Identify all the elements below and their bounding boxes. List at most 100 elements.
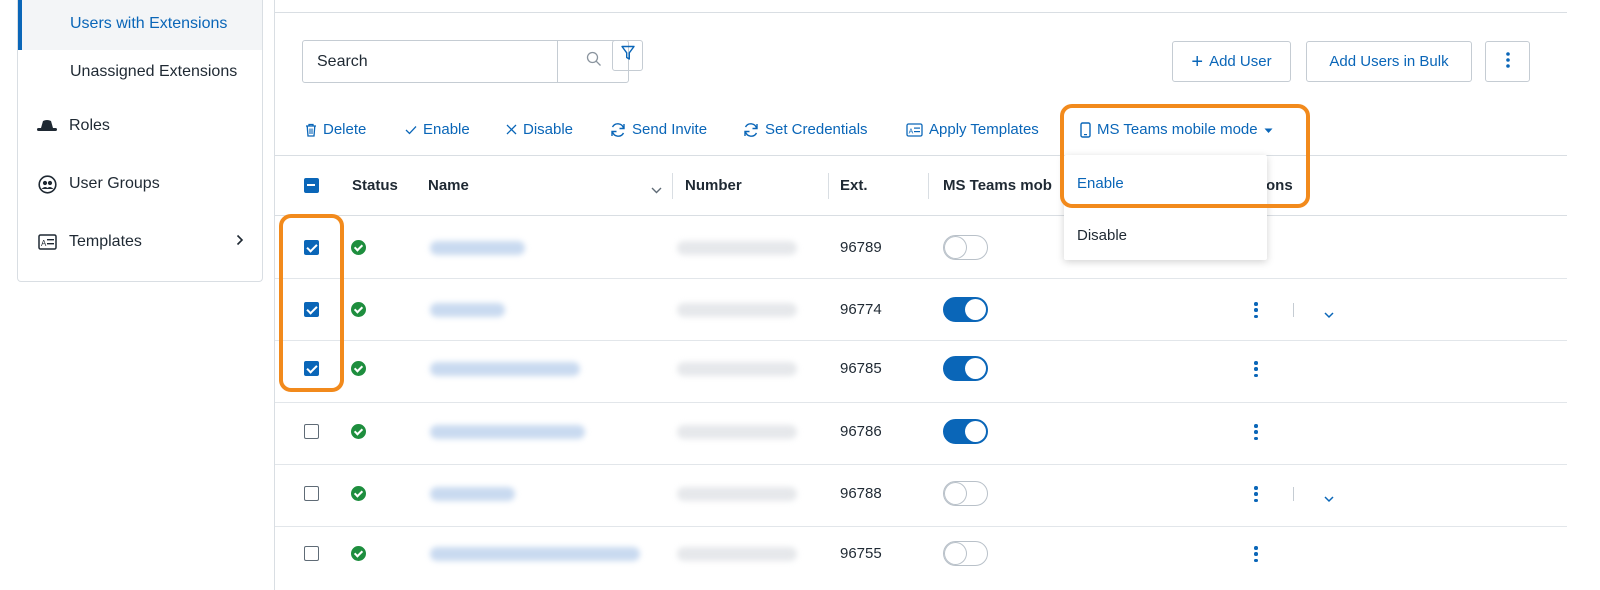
chevron-down-icon[interactable] [651, 181, 662, 199]
sidebar-item-user-groups[interactable]: User Groups [18, 158, 262, 210]
column-header-status[interactable]: Status [352, 177, 398, 194]
sidebar-item-users-with-extensions[interactable]: Users with Extensions [18, 0, 262, 50]
svg-text:A: A [909, 128, 914, 135]
extension-cell: 96786 [840, 423, 882, 440]
table-row[interactable]: 96774 [275, 279, 1567, 341]
users-page: Users with Extensions Unassigned Extensi… [0, 0, 1600, 590]
column-divider [828, 173, 829, 199]
search-icon [586, 51, 602, 72]
table-row[interactable]: 96789 [275, 217, 1567, 279]
column-divider [672, 173, 673, 199]
ms-teams-mobile-mode-menu[interactable]: MS Teams mobile mode [1080, 121, 1273, 138]
ms-teams-mobile-toggle[interactable] [943, 481, 988, 506]
ms-teams-mobile-toggle[interactable] [943, 356, 988, 381]
row-checkbox[interactable] [304, 424, 319, 439]
sidebar-item-label: Roles [69, 117, 110, 134]
send-invite-action[interactable]: Send Invite [610, 121, 707, 138]
sidebar-item-label: Templates [69, 233, 142, 250]
ms-teams-mobile-toggle[interactable] [943, 235, 988, 260]
sidebar-item-label: User Groups [69, 175, 160, 192]
table-row[interactable]: 96755 [275, 527, 1567, 589]
ms-teams-mobile-toggle[interactable] [943, 419, 988, 444]
bulk-action-bar: Delete Enable Disable Send Invite Set Cr… [275, 108, 1567, 156]
row-more-icon[interactable] [1254, 361, 1258, 377]
extension-cell: 96774 [840, 301, 882, 318]
search-box [302, 40, 629, 83]
user-name-redacted[interactable] [430, 425, 585, 439]
status-ok-icon [351, 486, 366, 501]
sidebar-item-unassigned-extensions[interactable]: Unassigned Extensions [18, 46, 262, 98]
sidebar-item-templates[interactable]: A Templates [18, 216, 262, 268]
status-ok-icon [351, 424, 366, 439]
ms-teams-mode-label: MS Teams mobile mode [1097, 121, 1258, 138]
filter-icon [620, 45, 635, 66]
add-user-button[interactable]: + Add User [1172, 41, 1291, 82]
kebab-icon [1505, 51, 1510, 72]
table-row[interactable]: 96785 [275, 341, 1567, 403]
table-header: Status Name Number Ext. MS Teams mob ons [275, 156, 1567, 216]
add-bulk-label: Add Users in Bulk [1329, 53, 1449, 70]
close-icon [506, 124, 517, 135]
user-name-redacted[interactable] [430, 241, 525, 255]
refresh-icon [610, 122, 626, 138]
add-user-label: Add User [1209, 53, 1272, 70]
phone-number-redacted [677, 425, 797, 439]
enable-action[interactable]: Enable [405, 121, 470, 138]
row-more-icon[interactable] [1254, 424, 1258, 440]
more-options-button[interactable] [1485, 41, 1530, 82]
row-checkbox[interactable] [304, 546, 319, 561]
dropdown-item-enable[interactable]: Enable [1064, 158, 1267, 208]
column-header-actions: ons [1266, 177, 1293, 194]
column-header-ms-teams-mobile[interactable]: MS Teams mob [943, 177, 1052, 194]
chevron-down-icon[interactable] [1324, 306, 1334, 324]
search-input[interactable] [303, 41, 555, 82]
row-checkbox[interactable] [304, 361, 319, 376]
sidebar: Users with Extensions Unassigned Extensi… [17, 0, 263, 282]
user-name-redacted[interactable] [430, 303, 505, 317]
phone-number-redacted [677, 362, 797, 376]
ms-teams-mobile-toggle[interactable] [943, 541, 988, 566]
set-credentials-action[interactable]: Set Credentials [743, 121, 868, 138]
row-more-icon[interactable] [1254, 302, 1258, 318]
status-ok-icon [351, 240, 366, 255]
column-divider [928, 173, 929, 199]
chevron-down-icon[interactable] [1324, 490, 1334, 508]
enable-label: Enable [423, 121, 470, 138]
extension-cell: 96785 [840, 360, 882, 377]
row-checkbox[interactable] [304, 486, 319, 501]
disable-action[interactable]: Disable [506, 121, 573, 138]
sidebar-item-label: Users with Extensions [70, 15, 228, 32]
disable-label: Disable [523, 121, 574, 138]
add-users-in-bulk-button[interactable]: Add Users in Bulk [1306, 41, 1472, 82]
phone-number-redacted [677, 303, 797, 317]
column-header-ext[interactable]: Ext. [840, 177, 868, 194]
table-row[interactable]: 96786 [275, 403, 1567, 465]
row-checkbox[interactable] [304, 302, 319, 317]
user-name-redacted[interactable] [430, 487, 515, 501]
table-row[interactable]: 96788 [275, 465, 1567, 527]
row-checkbox[interactable] [304, 240, 319, 255]
dropdown-item-disable[interactable]: Disable [1064, 210, 1267, 260]
ms-teams-mobile-toggle[interactable] [943, 297, 988, 322]
user-name-redacted[interactable] [430, 547, 640, 561]
user-name-redacted[interactable] [430, 362, 580, 376]
dropdown-disable-label: Disable [1077, 226, 1128, 244]
apply-templates-label: Apply Templates [929, 121, 1039, 138]
caret-down-icon [1264, 121, 1273, 138]
filter-button[interactable] [612, 40, 643, 71]
apply-templates-action[interactable]: A Apply Templates [906, 121, 1039, 138]
template-icon: A [37, 232, 57, 252]
status-ok-icon [351, 302, 366, 317]
row-more-icon[interactable] [1254, 546, 1258, 562]
column-header-number[interactable]: Number [685, 177, 742, 194]
select-all-checkbox[interactable] [304, 178, 319, 193]
check-icon [405, 125, 417, 135]
extension-cell: 96755 [840, 545, 882, 562]
sidebar-item-roles[interactable]: Roles [18, 100, 262, 152]
delete-action[interactable]: Delete [305, 121, 366, 138]
row-more-icon[interactable] [1254, 486, 1258, 502]
phone-number-redacted [677, 241, 797, 255]
user-group-icon [37, 174, 57, 194]
column-header-name[interactable]: Name [428, 177, 469, 194]
dropdown-enable-label: Enable [1077, 174, 1124, 192]
